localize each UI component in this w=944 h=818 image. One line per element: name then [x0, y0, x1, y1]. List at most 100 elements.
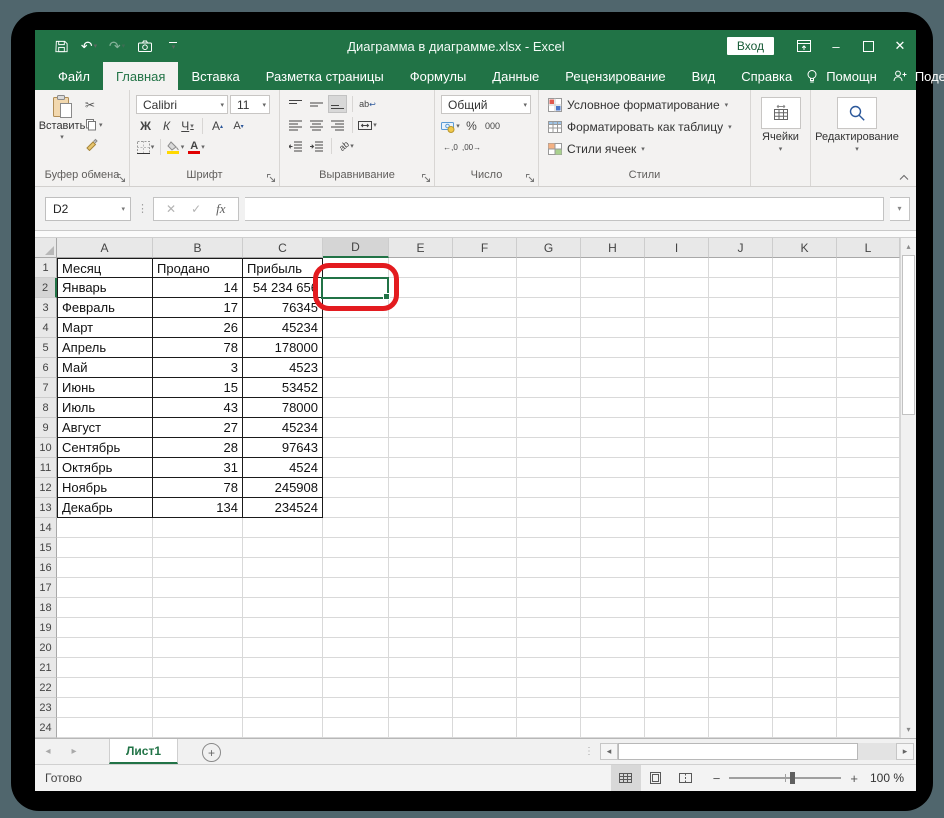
cell-E22[interactable] — [389, 678, 453, 698]
cell-L4[interactable] — [837, 318, 900, 338]
row-header-5[interactable]: 5 — [35, 338, 57, 358]
insert-function-icon[interactable]: fx — [216, 201, 225, 217]
align-right-button[interactable] — [328, 116, 347, 134]
cell-I15[interactable] — [645, 538, 709, 558]
cell-J9[interactable] — [709, 418, 773, 438]
cell-C8[interactable]: 78000 — [243, 398, 323, 418]
cell-D13[interactable] — [323, 498, 389, 518]
cell-K8[interactable] — [773, 398, 837, 418]
cell-L24[interactable] — [837, 718, 900, 738]
alignment-dialog-launcher[interactable] — [421, 173, 431, 183]
cell-L2[interactable] — [837, 278, 900, 298]
cell-L1[interactable] — [837, 258, 900, 278]
cell-A23[interactable] — [57, 698, 153, 718]
cell-A17[interactable] — [57, 578, 153, 598]
column-header-D[interactable]: D — [323, 238, 389, 258]
cell-A5[interactable]: Апрель — [57, 338, 153, 358]
cell-I11[interactable] — [645, 458, 709, 478]
column-header-H[interactable]: H — [581, 238, 645, 258]
cell-J15[interactable] — [709, 538, 773, 558]
cell-E8[interactable] — [389, 398, 453, 418]
cell-K4[interactable] — [773, 318, 837, 338]
cell-F2[interactable] — [453, 278, 517, 298]
cell-A15[interactable] — [57, 538, 153, 558]
cell-K13[interactable] — [773, 498, 837, 518]
cell-H17[interactable] — [581, 578, 645, 598]
cell-G17[interactable] — [517, 578, 581, 598]
cell-G6[interactable] — [517, 358, 581, 378]
cell-C6[interactable]: 4523 — [243, 358, 323, 378]
row-header-20[interactable]: 20 — [35, 638, 57, 658]
cell-E4[interactable] — [389, 318, 453, 338]
decrease-indent-button[interactable] — [286, 137, 305, 155]
cell-A22[interactable] — [57, 678, 153, 698]
row-header-10[interactable]: 10 — [35, 438, 57, 458]
cell-B11[interactable]: 31 — [153, 458, 243, 478]
cell-C15[interactable] — [243, 538, 323, 558]
row-header-12[interactable]: 12 — [35, 478, 57, 498]
row-header-16[interactable]: 16 — [35, 558, 57, 578]
close-button[interactable]: ✕ — [884, 30, 916, 62]
cancel-entry-icon[interactable]: ✕ — [166, 202, 176, 216]
ribbon-tab-8[interactable]: Справка — [728, 62, 805, 90]
row-header-22[interactable]: 22 — [35, 678, 57, 698]
cell-D24[interactable] — [323, 718, 389, 738]
cell-E24[interactable] — [389, 718, 453, 738]
cell-A19[interactable] — [57, 618, 153, 638]
ribbon-display-options-button[interactable] — [788, 30, 820, 62]
cell-G2[interactable] — [517, 278, 581, 298]
align-left-button[interactable] — [286, 116, 305, 134]
cell-A10[interactable]: Сентябрь — [57, 438, 153, 458]
scroll-left-arrow[interactable]: ◂ — [600, 743, 618, 760]
cell-I20[interactable] — [645, 638, 709, 658]
cell-L17[interactable] — [837, 578, 900, 598]
sheet-tab-list1[interactable]: Лист1 — [109, 739, 178, 764]
cell-C12[interactable]: 245908 — [243, 478, 323, 498]
row-header-3[interactable]: 3 — [35, 298, 57, 318]
cell-H14[interactable] — [581, 518, 645, 538]
cell-J4[interactable] — [709, 318, 773, 338]
cell-B6[interactable]: 3 — [153, 358, 243, 378]
cell-H21[interactable] — [581, 658, 645, 678]
cell-E3[interactable] — [389, 298, 453, 318]
cell-D7[interactable] — [323, 378, 389, 398]
column-header-A[interactable]: A — [57, 238, 153, 258]
cell-K16[interactable] — [773, 558, 837, 578]
share-button[interactable]: Поделиться — [915, 69, 944, 84]
cell-A24[interactable] — [57, 718, 153, 738]
cell-E13[interactable] — [389, 498, 453, 518]
cell-I19[interactable] — [645, 618, 709, 638]
zoom-slider-thumb[interactable] — [790, 772, 795, 784]
cell-F7[interactable] — [453, 378, 517, 398]
conditional-formatting-button[interactable]: Условное форматирование ▾ — [548, 95, 746, 114]
row-header-24[interactable]: 24 — [35, 718, 57, 738]
cell-I7[interactable] — [645, 378, 709, 398]
cell-B5[interactable]: 78 — [153, 338, 243, 358]
save-button[interactable] — [49, 35, 73, 57]
cell-E19[interactable] — [389, 618, 453, 638]
format-painter-button[interactable] — [85, 136, 103, 153]
cell-A21[interactable] — [57, 658, 153, 678]
cell-J16[interactable] — [709, 558, 773, 578]
cell-G18[interactable] — [517, 598, 581, 618]
horizontal-scrollbar[interactable]: ◂ ▸ — [598, 739, 916, 764]
zoom-level-label[interactable]: 100 % — [870, 771, 916, 785]
cell-J14[interactable] — [709, 518, 773, 538]
cell-I2[interactable] — [645, 278, 709, 298]
cell-C10[interactable]: 97643 — [243, 438, 323, 458]
cell-B10[interactable]: 28 — [153, 438, 243, 458]
cell-K7[interactable] — [773, 378, 837, 398]
cell-D12[interactable] — [323, 478, 389, 498]
fill-color-button[interactable]: ▾ — [166, 138, 185, 156]
cell-K20[interactable] — [773, 638, 837, 658]
ribbon-tab-4[interactable]: Формулы — [397, 62, 480, 90]
cell-F22[interactable] — [453, 678, 517, 698]
cell-J6[interactable] — [709, 358, 773, 378]
cell-A12[interactable]: Ноябрь — [57, 478, 153, 498]
cell-E12[interactable] — [389, 478, 453, 498]
cell-C19[interactable] — [243, 618, 323, 638]
cell-K22[interactable] — [773, 678, 837, 698]
cell-H1[interactable] — [581, 258, 645, 278]
cell-K19[interactable] — [773, 618, 837, 638]
cell-B19[interactable] — [153, 618, 243, 638]
